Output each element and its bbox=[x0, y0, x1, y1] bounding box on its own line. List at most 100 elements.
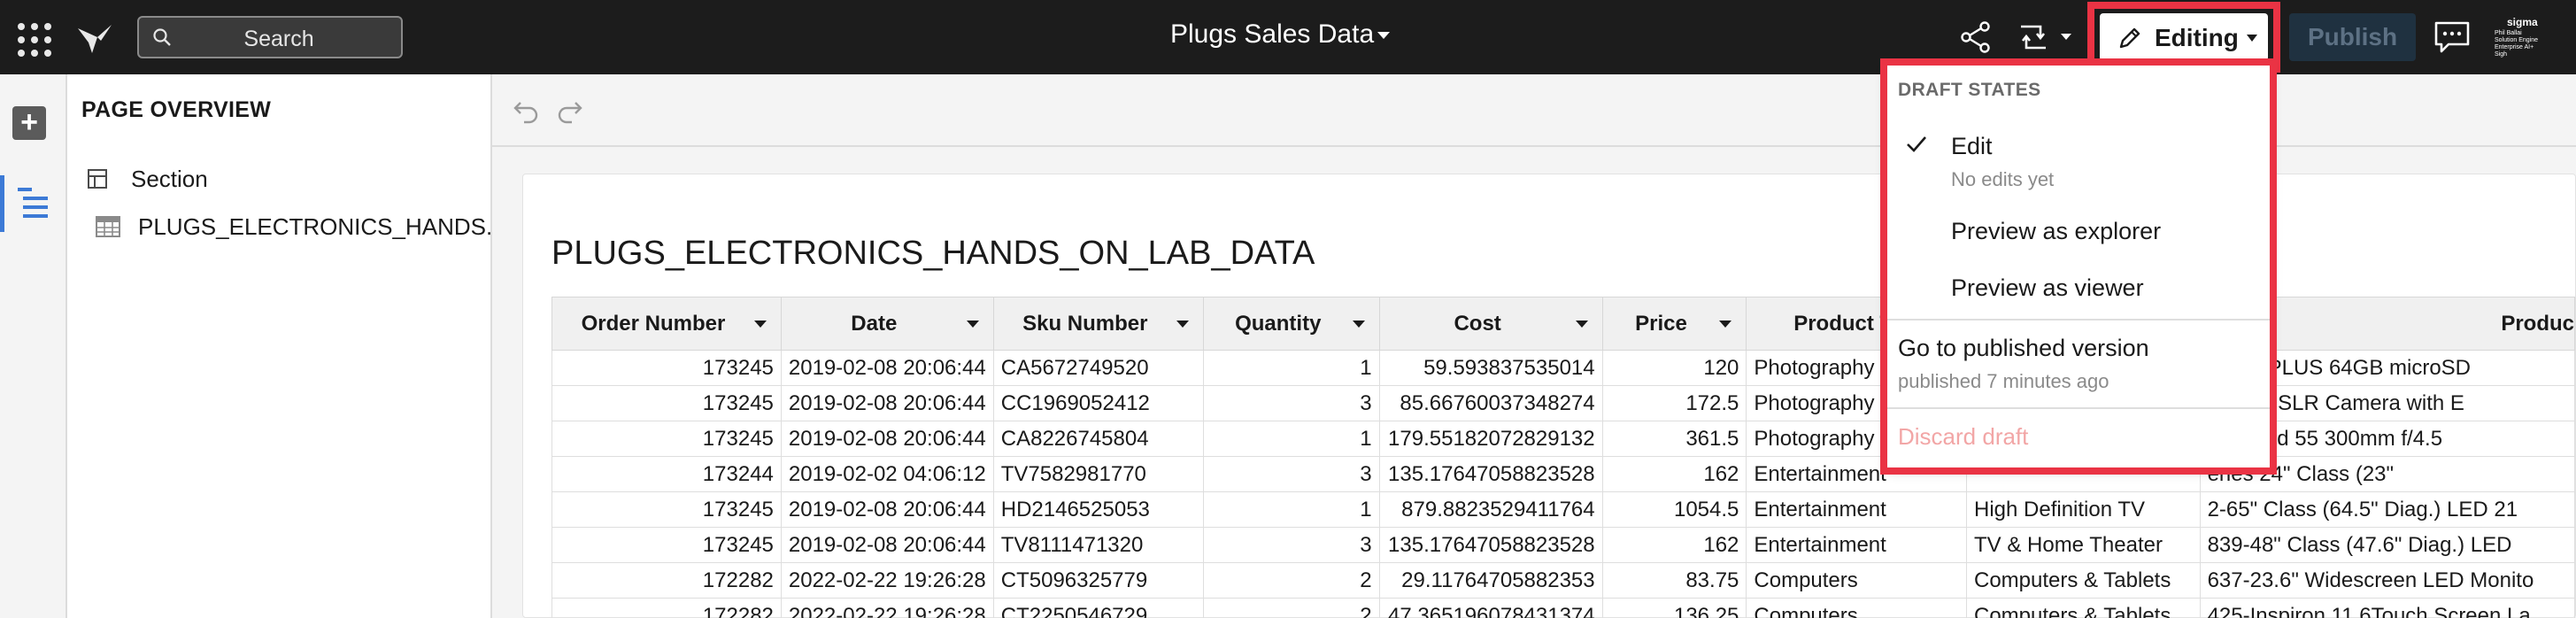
section-icon bbox=[88, 169, 107, 189]
comment-icon[interactable] bbox=[2433, 19, 2472, 55]
menu-highlight-frame bbox=[1880, 58, 2277, 475]
chevron-down-icon bbox=[1176, 321, 1189, 328]
table-cell[interactable]: 29.11764705882353 bbox=[1378, 562, 1603, 599]
column-header[interactable]: Quantity bbox=[1202, 297, 1380, 351]
table-cell[interactable]: HD2146525053 bbox=[992, 491, 1204, 528]
table-cell[interactable]: 120 bbox=[1601, 350, 1747, 386]
table-cell[interactable]: 173245 bbox=[551, 421, 782, 457]
org-logo[interactable]: sigma Phil Ballai Solution Engine Enterp… bbox=[2487, 14, 2541, 64]
table-icon bbox=[96, 216, 120, 237]
table-cell[interactable]: 172.5 bbox=[1601, 385, 1747, 421]
table-cell[interactable]: 83.75 bbox=[1601, 562, 1747, 599]
table-cell[interactable]: 162 bbox=[1601, 527, 1747, 563]
table-row: 173245 2019-02-08 20:06:44 TV8111471320 3 13… bbox=[551, 527, 2576, 563]
column-header[interactable]: Date bbox=[780, 297, 994, 351]
sigma-logo-icon[interactable] bbox=[74, 18, 115, 58]
column-header[interactable]: Sku Number bbox=[992, 297, 1204, 351]
overview-item-label: PLUGS_ELECTRONICS_HANDS... bbox=[138, 213, 505, 240]
table-cell[interactable]: 179.55182072829132 bbox=[1378, 421, 1603, 457]
table-cell[interactable]: 135.17647058823528 bbox=[1378, 456, 1603, 492]
table-cell[interactable]: 2019-02-08 20:06:44 bbox=[780, 491, 994, 528]
table-cell[interactable]: TV & Home Theater bbox=[1966, 527, 2201, 563]
page-outline-icon[interactable] bbox=[14, 184, 51, 223]
apps-grid-icon[interactable] bbox=[12, 18, 53, 58]
chevron-down-icon bbox=[1575, 321, 1588, 328]
chevron-down-icon[interactable] bbox=[1377, 32, 1390, 39]
table-cell[interactable]: 637-23.6" Widescreen LED Monito bbox=[2199, 562, 2576, 599]
table-cell[interactable]: 136.25 bbox=[1601, 598, 1747, 618]
table-cell[interactable]: CT5096325779 bbox=[992, 562, 1204, 599]
table-cell[interactable]: 2 bbox=[1202, 562, 1380, 599]
left-rail: + bbox=[0, 74, 67, 618]
table-cell[interactable]: 2019-02-08 20:06:44 bbox=[780, 527, 994, 563]
table-cell[interactable]: 2022-02-22 19:26:28 bbox=[780, 598, 994, 618]
table-cell[interactable]: 879.8823529411764 bbox=[1378, 491, 1603, 528]
table-cell[interactable]: Computers bbox=[1746, 562, 1967, 599]
table-cell[interactable]: 85.66760037348274 bbox=[1378, 385, 1603, 421]
table-cell[interactable]: 1 bbox=[1202, 421, 1380, 457]
table-cell[interactable]: 173245 bbox=[551, 491, 782, 528]
table-cell[interactable]: 173244 bbox=[551, 456, 782, 492]
overview-item-table[interactable]: PLUGS_ELECTRONICS_HANDS... bbox=[67, 204, 505, 250]
table-cell[interactable]: 2022-02-22 19:26:28 bbox=[780, 562, 994, 599]
chevron-down-icon bbox=[966, 321, 979, 328]
table-cell[interactable]: 1 bbox=[1202, 491, 1380, 528]
chevron-down-icon bbox=[1719, 321, 1732, 328]
table-cell[interactable]: 173245 bbox=[551, 385, 782, 421]
table-cell[interactable]: 425-Inspiron 11.6Touch Screen La bbox=[2199, 598, 2576, 618]
table-cell[interactable]: 172282 bbox=[551, 562, 782, 599]
table-cell[interactable]: CA5672749520 bbox=[992, 350, 1204, 386]
table-cell[interactable]: 1 bbox=[1202, 350, 1380, 386]
table-cell[interactable]: Entertainment bbox=[1746, 527, 1967, 563]
publish-button[interactable]: Publish bbox=[2289, 13, 2416, 61]
column-header[interactable]: Cost bbox=[1378, 297, 1603, 351]
table-cell[interactable]: 3 bbox=[1202, 385, 1380, 421]
chevron-down-icon bbox=[1352, 321, 1365, 328]
overview-item-section[interactable]: Section bbox=[67, 156, 490, 202]
table-cell[interactable]: 3 bbox=[1202, 527, 1380, 563]
table-cell[interactable]: 2 bbox=[1202, 598, 1380, 618]
table-cell[interactable]: 173245 bbox=[551, 350, 782, 386]
active-indicator bbox=[0, 175, 4, 232]
table-cell[interactable]: 2019-02-08 20:06:44 bbox=[780, 350, 994, 386]
share-icon[interactable] bbox=[1958, 19, 1994, 55]
table-cell[interactable]: TV8111471320 bbox=[992, 527, 1204, 563]
document-title[interactable]: Plugs Sales Data bbox=[1170, 19, 1374, 50]
table-cell[interactable]: CA8226745804 bbox=[992, 421, 1204, 457]
table-cell[interactable]: CC1969052412 bbox=[992, 385, 1204, 421]
table-cell[interactable]: TV7582981770 bbox=[992, 456, 1204, 492]
table-cell[interactable]: 47.365196078431374 bbox=[1378, 598, 1603, 618]
table-cell[interactable]: 839-48" Class (47.6" Diag.) LED bbox=[2199, 527, 2576, 563]
column-header[interactable]: Order Number bbox=[551, 297, 782, 351]
table-cell[interactable]: Computers & Tablets bbox=[1966, 598, 2201, 618]
table-row: 173245 2019-02-08 20:06:44 HD2146525053 1 87… bbox=[551, 491, 2576, 528]
add-element-button[interactable]: + bbox=[12, 106, 46, 140]
table-row: 172282 2022-02-22 19:26:28 CT5096325779 2 29… bbox=[551, 562, 2576, 599]
table-row: 172282 2022-02-22 19:26:28 CT2250546729 2 47… bbox=[551, 598, 2576, 618]
version-swap-icon[interactable] bbox=[2014, 19, 2053, 55]
table-cell[interactable]: 162 bbox=[1601, 456, 1747, 492]
undo-icon[interactable] bbox=[512, 96, 540, 124]
column-header[interactable]: Price bbox=[1601, 297, 1747, 351]
table-cell[interactable]: Entertainment bbox=[1746, 491, 1967, 528]
table-cell[interactable]: Computers bbox=[1746, 598, 1967, 618]
table-cell[interactable]: 3 bbox=[1202, 456, 1380, 492]
table-cell[interactable]: 172282 bbox=[551, 598, 782, 618]
table-cell[interactable]: 2019-02-08 20:06:44 bbox=[780, 421, 994, 457]
table-title[interactable]: PLUGS_ELECTRONICS_HANDS_ON_LAB_DATA bbox=[551, 235, 1315, 273]
table-cell[interactable]: High Definition TV bbox=[1966, 491, 2201, 528]
table-cell[interactable]: CT2250546729 bbox=[992, 598, 1204, 618]
table-cell[interactable]: 59.593837535014 bbox=[1378, 350, 1603, 386]
redo-icon[interactable] bbox=[556, 96, 584, 124]
table-cell[interactable]: 1054.5 bbox=[1601, 491, 1747, 528]
search-input[interactable]: Search bbox=[137, 16, 403, 58]
table-cell[interactable]: 2019-02-02 04:06:12 bbox=[780, 456, 994, 492]
org-subtitle: Phil Ballai Solution Engine Enterprise A… bbox=[2495, 30, 2539, 58]
table-cell[interactable]: 2019-02-08 20:06:44 bbox=[780, 385, 994, 421]
table-cell[interactable]: 361.5 bbox=[1601, 421, 1747, 457]
table-cell[interactable]: 173245 bbox=[551, 527, 782, 563]
chevron-down-icon[interactable] bbox=[2061, 34, 2071, 40]
table-cell[interactable]: 135.17647058823528 bbox=[1378, 527, 1603, 563]
table-cell[interactable]: 2-65" Class (64.5" Diag.) LED 21 bbox=[2199, 491, 2576, 528]
table-cell[interactable]: Computers & Tablets bbox=[1966, 562, 2201, 599]
